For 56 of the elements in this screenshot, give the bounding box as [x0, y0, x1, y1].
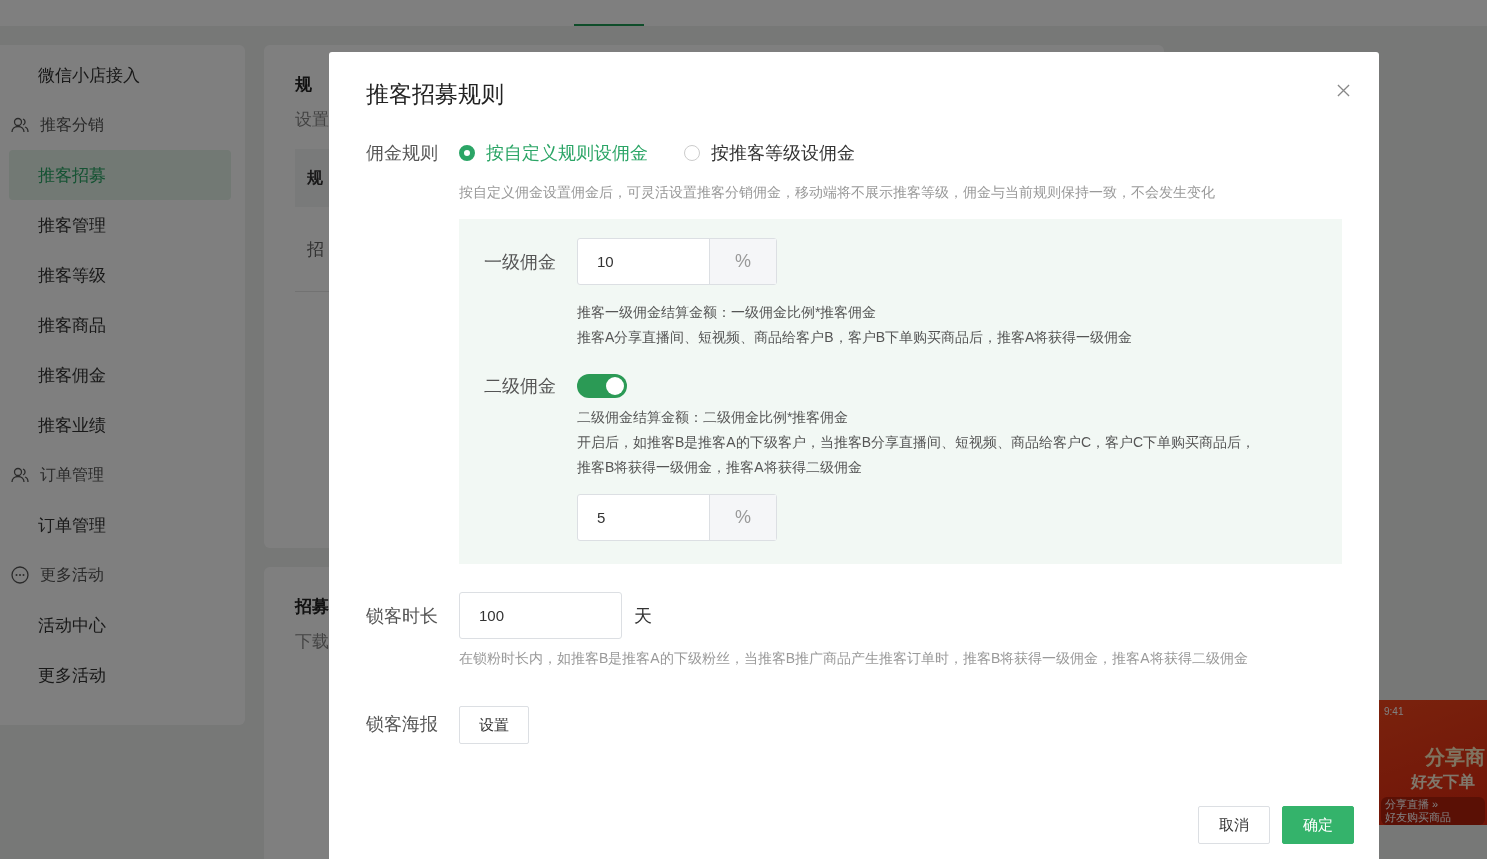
radio-label: 按自定义规则设佣金 [486, 142, 648, 165]
sidebar-item[interactable]: 推客分销 [9, 100, 231, 150]
people-icon [10, 465, 30, 485]
poster-headline: 分享商 [1425, 745, 1485, 770]
note-text: 推客B将获得一级佣金，推客A将获得二级佣金 [577, 458, 863, 477]
column-header: 规 [307, 167, 323, 188]
sidebar-item[interactable]: 推客等级 [9, 250, 231, 300]
unit-addon: % [709, 495, 776, 540]
card-subtitle: 下载 [295, 631, 329, 653]
sidebar-item[interactable]: 活动中心 [9, 600, 231, 650]
input-field[interactable]: 100 [459, 592, 622, 639]
field-label: 二级佣金 [484, 375, 557, 398]
toggle-switch[interactable] [577, 374, 627, 398]
status-time: 9:41 [1384, 706, 1404, 717]
cancel-button[interactable]: 取消 [1198, 806, 1270, 844]
step-label: 分享直播 [1385, 798, 1429, 811]
more-icon [10, 565, 30, 585]
unit-addon: % [709, 239, 776, 284]
card-subtitle: 设置 [295, 109, 329, 131]
note-text: 推客一级佣金结算金额：一级佣金比例*推客佣金 [577, 303, 878, 322]
hint-text: 在锁粉时长内，如推客B是推客A的下级粉丝，当推客B推广商品产生推客订单时，推客B将获得一级佣金，推客A将获得二级佣金 [459, 650, 1249, 668]
table-cell-text: 招 [307, 238, 324, 261]
sidebar-item[interactable]: 推客商品 [9, 300, 231, 350]
step-label: 好友购买商品 [1385, 811, 1451, 824]
sidebar-item[interactable]: 订单管理 [9, 450, 231, 500]
unit-label: 天 [634, 604, 652, 628]
sidebar-item[interactable]: 推客佣金 [9, 350, 231, 400]
poster-subline: 好友下单 [1411, 772, 1475, 792]
field-label: 佣金规则 [366, 142, 439, 165]
field-label: 锁客海报 [366, 713, 439, 736]
field-label: 一级佣金 [484, 250, 557, 274]
radio-label: 按推客等级设佣金 [711, 142, 855, 165]
note-text: 二级佣金结算金额：二级佣金比例*推客佣金 [577, 408, 850, 427]
percent-field[interactable]: 10 % [577, 238, 777, 285]
close-icon[interactable] [1337, 84, 1350, 97]
sidebar-item[interactable]: 更多活动 [9, 650, 231, 700]
card-title: 规 [295, 74, 312, 96]
dialog-title: 推客招募规则 [366, 80, 505, 109]
sidebar-item[interactable]: 更多活动 [9, 550, 231, 600]
people-icon [10, 115, 30, 135]
field-label: 锁客时长 [366, 604, 439, 628]
radio-option[interactable]: 按自定义规则设佣金 [459, 141, 648, 165]
step-arrow: » [1432, 798, 1439, 811]
sidebar-item[interactable]: 微信小店接入 [9, 50, 231, 100]
active-tab-indicator [574, 24, 644, 26]
sidebar-item[interactable]: 推客管理 [9, 200, 231, 250]
radio-option[interactable]: 按推客等级设佣金 [684, 141, 855, 165]
note-text: 开启后，如推客B是推客A的下级客户，当推客B分享直播间、短视频、商品给客户C，客户C下单购买商品后， [577, 433, 1257, 452]
card-title: 招募 [295, 596, 329, 618]
hint-text: 按自定义佣金设置佣金后，可灵活设置推客分销佣金，移动端将不展示推客等级，佣金与当前规则保持一致，不会发生变化 [459, 184, 1216, 202]
sidebar-item[interactable]: 推客业绩 [9, 400, 231, 450]
sidebar-item[interactable]: 订单管理 [9, 500, 231, 550]
confirm-button[interactable]: 确定 [1282, 806, 1354, 844]
settings-button[interactable]: 设置 [459, 706, 529, 744]
note-text: 推客A分享直播间、短视频、商品给客户B，客户B下单购买商品后，推客A将获得一级佣金 [577, 328, 1134, 347]
percent-field[interactable]: 5 % [577, 494, 777, 541]
